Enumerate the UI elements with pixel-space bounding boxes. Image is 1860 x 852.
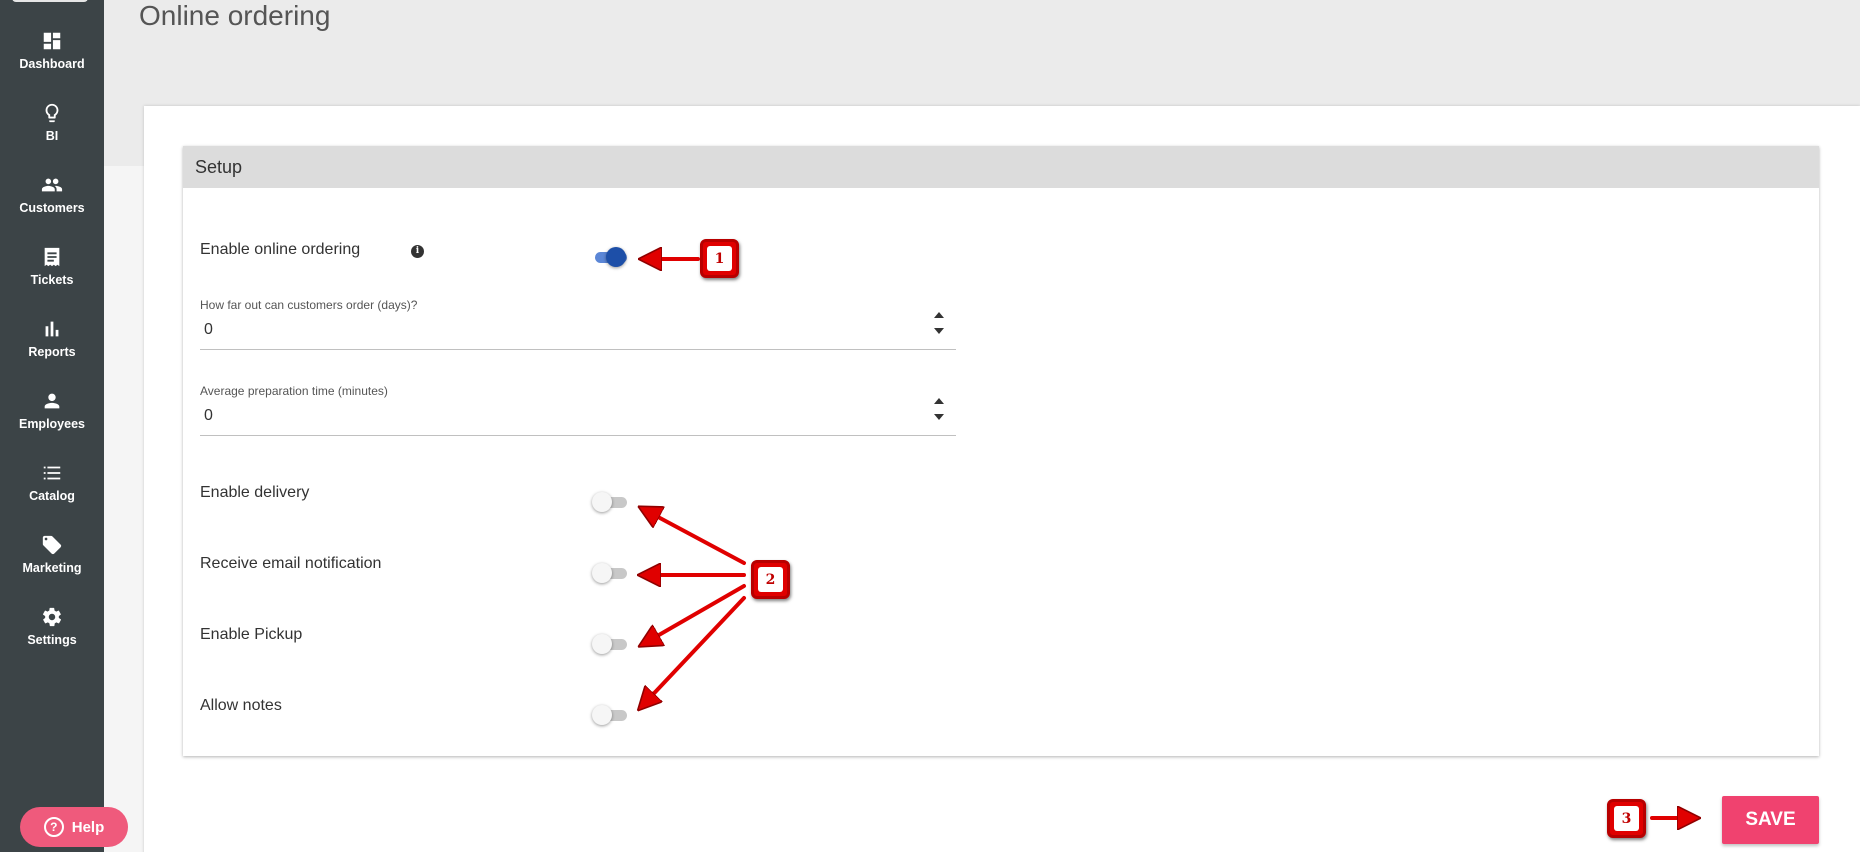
- annotation-badge-3: 3: [1607, 799, 1646, 838]
- sidebar-item-label: Reports: [28, 345, 76, 359]
- prep-time-input[interactable]: [200, 404, 920, 428]
- toggle-thumb: [592, 705, 612, 725]
- order-days-field: How far out can customers order (days)?: [200, 298, 956, 350]
- sidebar-item-catalog[interactable]: Catalog: [0, 462, 104, 534]
- setup-header: Setup: [183, 146, 1819, 188]
- allow-notes-label: Allow notes: [200, 697, 282, 714]
- email-notification-toggle[interactable]: [592, 562, 628, 584]
- dashboard-icon: [43, 32, 61, 50]
- sidebar-item-employees[interactable]: Employees: [0, 390, 104, 462]
- enable-pickup-label: Enable Pickup: [200, 626, 303, 643]
- sidebar-item-settings[interactable]: Settings: [0, 606, 104, 678]
- order-days-stepper[interactable]: [934, 312, 946, 342]
- sidebar-item-label: Marketing: [22, 561, 82, 575]
- sidebar-item-tickets[interactable]: Tickets: [0, 246, 104, 318]
- setup-panel: Setup Enable online ordering i How far o…: [183, 146, 1819, 756]
- gear-icon: [42, 607, 62, 627]
- enable-online-ordering-label: Enable online ordering: [200, 241, 361, 258]
- info-icon[interactable]: i: [411, 245, 424, 258]
- tag-icon: [42, 535, 62, 555]
- order-days-input[interactable]: [200, 318, 920, 342]
- toggle-thumb: [592, 634, 612, 654]
- sidebar-item-label: Employees: [18, 417, 85, 431]
- prep-time-label: Average preparation time (minutes): [200, 384, 388, 398]
- receipt-icon: [44, 247, 60, 267]
- annotation-badge-number: 2: [758, 567, 783, 592]
- sidebar-item-label: Dashboard: [19, 57, 85, 71]
- sidebar-item-label: Settings: [27, 633, 77, 647]
- toggle-thumb: [592, 563, 612, 583]
- sidebar-item-marketing[interactable]: Marketing: [0, 534, 104, 606]
- sidebar-item-dashboard[interactable]: Dashboard: [0, 30, 104, 102]
- email-notification-label: Receive email notification: [200, 555, 382, 572]
- lightbulb-icon: [45, 103, 59, 123]
- prep-time-stepper[interactable]: [934, 398, 946, 428]
- sidebar-item-label: Customers: [19, 201, 85, 215]
- enable-delivery-toggle[interactable]: [592, 491, 628, 513]
- person-icon: [44, 393, 60, 409]
- order-days-label: How far out can customers order (days)?: [200, 298, 418, 312]
- toggle-thumb: [592, 492, 612, 512]
- sidebar-item-label: Tickets: [30, 273, 74, 287]
- sidebar-item-label: BI: [45, 129, 59, 143]
- prep-time-field: Average preparation time (minutes): [200, 384, 956, 436]
- enable-online-ordering-toggle[interactable]: [592, 246, 628, 268]
- save-button[interactable]: SAVE: [1722, 796, 1819, 844]
- bar-chart-icon: [45, 321, 59, 337]
- toggle-thumb: [606, 247, 626, 267]
- sidebar: Dashboard BI Customers Tickets Reports E…: [0, 0, 104, 852]
- list-icon: [43, 466, 61, 480]
- decrement-arrow-icon[interactable]: [934, 414, 944, 420]
- annotation-badge-number: 3: [1614, 806, 1639, 831]
- allow-notes-toggle[interactable]: [592, 704, 628, 726]
- enable-pickup-toggle[interactable]: [592, 633, 628, 655]
- increment-arrow-icon[interactable]: [934, 398, 944, 404]
- setup-title: Setup: [195, 157, 243, 177]
- sidebar-item-customers[interactable]: Customers: [0, 174, 104, 246]
- annotation-badge-number: 1: [707, 246, 732, 271]
- question-circle-icon: ?: [43, 817, 64, 837]
- enable-delivery-label: Enable delivery: [200, 484, 310, 501]
- annotation-badge-1: 1: [700, 239, 739, 278]
- people-icon: [41, 178, 63, 192]
- sidebar-item-label: Catalog: [29, 489, 75, 503]
- sidebar-item-reports[interactable]: Reports: [0, 318, 104, 390]
- decrement-arrow-icon[interactable]: [934, 328, 944, 334]
- annotation-badge-2: 2: [751, 560, 790, 599]
- increment-arrow-icon[interactable]: [934, 312, 944, 318]
- sidebar-top-tab[interactable]: [12, 0, 88, 2]
- page-title: Online ordering: [139, 0, 331, 31]
- sidebar-item-bi[interactable]: BI: [0, 102, 104, 174]
- help-button[interactable]: ? Help: [20, 807, 128, 847]
- help-label: Help: [71, 818, 105, 836]
